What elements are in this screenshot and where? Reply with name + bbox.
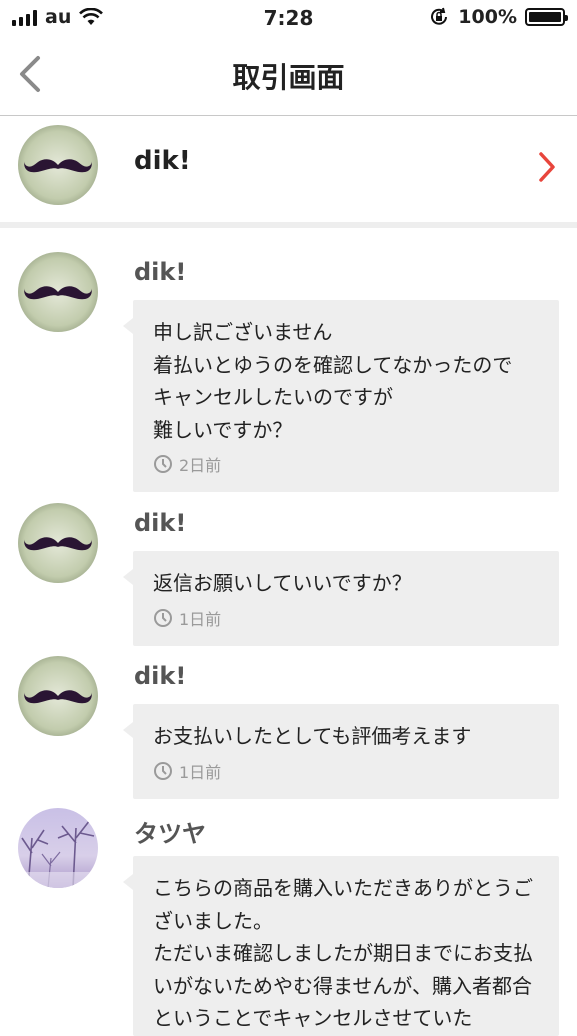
message-bubble: 申し訳ございません 着払いとゆうのを確認してなかったので キャンセルしたいのです… xyxy=(123,300,559,492)
message-text: 申し訳ございません 着払いとゆうのを確認してなかったので キャンセルしたいのです… xyxy=(153,320,513,442)
mustache-avatar-image xyxy=(18,656,98,736)
avatar[interactable] xyxy=(18,503,98,583)
chevron-right-icon[interactable] xyxy=(535,150,559,184)
message-text: 返信お願いしていいですか？ xyxy=(153,571,412,595)
timestamp-text: 1日前 xyxy=(179,609,222,629)
avatar[interactable] xyxy=(18,125,98,205)
message-bubble: こちらの商品を購入いただきありがとうございました。 ただいま確認しましたが期日ま… xyxy=(123,856,559,1036)
winter-trees-avatar-image xyxy=(18,808,98,888)
status-right: 100% xyxy=(428,6,568,28)
rotation-lock-icon xyxy=(431,7,448,25)
sender-name: dik! xyxy=(134,662,187,690)
sender-name: タツヤ xyxy=(134,820,206,848)
message-bubble: お支払いしたとしても評価考えます 1日前 xyxy=(123,704,559,799)
message-bubble: 返信お願いしていいですか？ 1日前 xyxy=(123,551,559,646)
navigation-bar: 取引画面 xyxy=(0,38,577,116)
clock-icon xyxy=(154,761,172,780)
timestamp: 2日前 xyxy=(153,452,539,476)
partner-row[interactable]: dik! xyxy=(0,116,577,228)
avatar[interactable] xyxy=(18,808,98,888)
avatar[interactable] xyxy=(18,656,98,736)
mustache-avatar-image xyxy=(18,503,98,583)
page-title: 取引画面 xyxy=(232,61,345,94)
timestamp-text: 2日前 xyxy=(179,456,222,475)
clock-icon xyxy=(154,608,172,627)
battery-percent: 100% xyxy=(458,6,517,28)
avatar[interactable] xyxy=(18,252,98,332)
timestamp: 1日前 xyxy=(153,606,539,630)
timestamp-text: 1日前 xyxy=(179,762,222,782)
mustache-avatar-image xyxy=(18,252,98,332)
timestamp: 1日前 xyxy=(153,759,539,783)
battery-icon xyxy=(525,8,568,26)
sender-name: dik! xyxy=(134,509,187,537)
message-text: お支払いしたとしても評価考えます xyxy=(153,724,472,748)
partner-name[interactable]: dik! xyxy=(134,146,191,176)
mustache-avatar-image xyxy=(18,125,98,205)
status-bar: au 7:28 100% xyxy=(0,0,577,38)
sender-name: dik! xyxy=(134,258,187,286)
message-text: こちらの商品を購入いただきありがとうございました。 ただいま確認しましたが期日ま… xyxy=(153,876,533,1030)
clock-icon xyxy=(154,455,172,473)
